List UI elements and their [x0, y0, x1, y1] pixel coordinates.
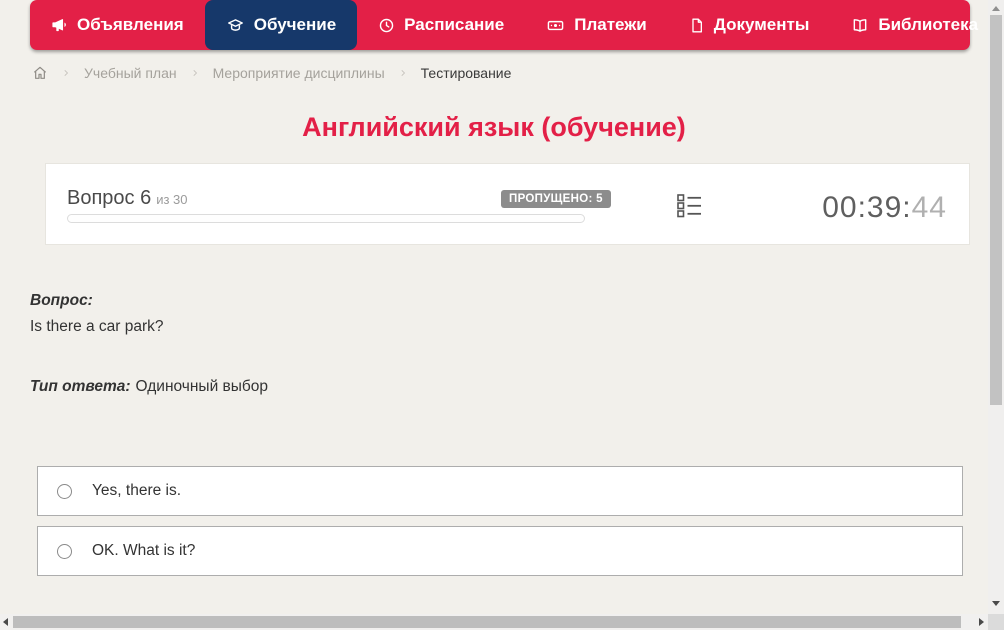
- page-content: Объявления Обучение Расписание Платежи Д…: [0, 0, 988, 614]
- nav-item-schedule[interactable]: Расписание: [357, 0, 525, 50]
- scroll-down-arrow-icon[interactable]: [992, 601, 1000, 606]
- answer-option-label: Yes, there is.: [92, 482, 182, 499]
- quiz-header-panel: Вопрос 6 из 30 ПРОПУЩЕНО: 5 00:39:44: [45, 163, 970, 245]
- radio-button[interactable]: [57, 483, 72, 499]
- nav-item-label: Платежи: [574, 15, 647, 34]
- answer-options: Yes, there is. OK. What is it?: [37, 466, 963, 586]
- timer: 00:39:44: [822, 191, 947, 225]
- horizontal-scrollbar-thumb[interactable]: [13, 616, 961, 628]
- answer-type-label: Тип ответа:: [30, 378, 131, 395]
- breadcrumb-item-current: Тестирование: [420, 65, 512, 81]
- main-nav: Объявления Обучение Расписание Платежи Д…: [30, 0, 978, 50]
- clock-icon: [378, 17, 395, 34]
- timer-main: 00:39:: [822, 191, 912, 224]
- answer-option-2[interactable]: OK. What is it?: [37, 526, 963, 576]
- question-total: из 30: [156, 192, 188, 207]
- scrollbar-corner: [988, 614, 1004, 630]
- question-heading: Вопрос:: [30, 292, 93, 309]
- scroll-right-arrow-icon[interactable]: [979, 618, 984, 626]
- nav-item-label: Библиотека: [878, 15, 979, 34]
- answer-type-row: Тип ответа: Одиночный выбор: [30, 378, 268, 396]
- home-icon[interactable]: [32, 65, 48, 81]
- answer-option-1[interactable]: Yes, there is.: [37, 466, 963, 516]
- answer-type-value: Одиночный выбор: [135, 378, 269, 395]
- nav-item-payments[interactable]: Платежи: [525, 0, 668, 50]
- vertical-scrollbar-thumb[interactable]: [990, 15, 1002, 405]
- question-number: Вопрос 6: [67, 187, 152, 209]
- chevron-right-icon: [61, 67, 71, 79]
- nav-item-documents[interactable]: Документы: [668, 0, 831, 50]
- nav-item-label: Обучение: [253, 15, 337, 34]
- chevron-right-icon: [190, 67, 200, 79]
- progress-bar: [67, 214, 585, 223]
- scroll-up-arrow-icon[interactable]: [992, 6, 1000, 11]
- radio-button[interactable]: [57, 543, 72, 559]
- question-list-button[interactable]: [674, 191, 704, 221]
- nav-item-label: Объявления: [77, 15, 184, 34]
- question-list-icon: [675, 194, 703, 222]
- question-counter: Вопрос 6 из 30: [67, 187, 188, 210]
- skipped-badge: ПРОПУЩЕНО: 5: [501, 190, 611, 208]
- horizontal-scrollbar[interactable]: [0, 614, 988, 630]
- document-icon: [689, 17, 705, 34]
- nav-item-label: Документы: [713, 15, 810, 34]
- scroll-left-arrow-icon[interactable]: [3, 618, 8, 626]
- breadcrumb: Учебный план Мероприятие дисциплины Тест…: [32, 61, 511, 85]
- question-text: Is there a car park?: [30, 318, 164, 335]
- book-icon: [851, 17, 869, 34]
- megaphone-icon: [51, 17, 68, 34]
- page-title: Английский язык (обучение): [302, 112, 686, 142]
- breadcrumb-item-discipline-event[interactable]: Мероприятие дисциплины: [213, 65, 385, 81]
- breadcrumb-item-curriculum[interactable]: Учебный план: [84, 65, 177, 81]
- nav-item-announcements[interactable]: Объявления: [30, 0, 205, 50]
- nav-item-library[interactable]: Библиотека: [830, 0, 988, 50]
- answer-option-label: OK. What is it?: [92, 542, 196, 559]
- chevron-right-icon: [398, 67, 408, 79]
- timer-seconds: 44: [911, 191, 947, 224]
- question-block: Вопрос: Is there a car park? Тип ответа:…: [30, 292, 268, 396]
- graduation-cap-icon: [226, 17, 245, 34]
- nav-item-education[interactable]: Обучение: [204, 0, 358, 50]
- banknote-icon: [546, 17, 565, 34]
- vertical-scrollbar[interactable]: [988, 0, 1004, 614]
- nav-item-label: Расписание: [404, 15, 505, 34]
